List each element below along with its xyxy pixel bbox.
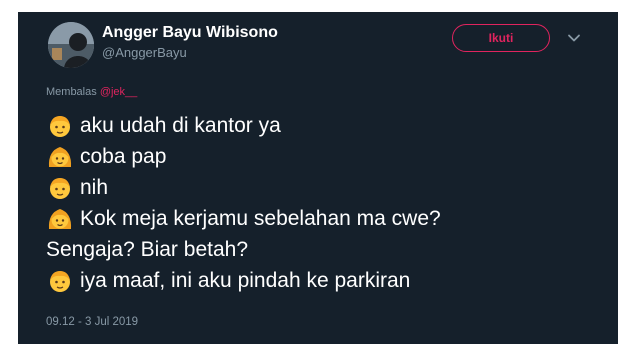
avatar-image — [48, 22, 94, 68]
author-handle[interactable]: @AnggerBayu — [102, 45, 187, 60]
tweet-line: coba pap — [46, 141, 606, 172]
reply-mention-link[interactable]: @jek__ — [100, 86, 137, 98]
tweet-text: aku udah di kantor ya coba pap nih Kok m… — [46, 110, 606, 296]
tweet-line: nih — [46, 172, 606, 203]
tweet-line: iya maaf, ini aku pindah ke parkiran — [46, 265, 606, 296]
chevron-down-icon[interactable] — [566, 30, 582, 46]
girl-icon — [48, 208, 72, 229]
line-text: coba pap — [80, 145, 167, 168]
boy-icon — [50, 270, 70, 292]
girl-icon — [48, 146, 72, 167]
author-name[interactable]: Angger Bayu Wibisono — [102, 24, 278, 42]
reply-prefix: Membalas — [46, 86, 97, 98]
line-text: nih — [80, 176, 109, 199]
reply-context: Membalas @jek__ — [46, 86, 137, 98]
avatar[interactable] — [48, 22, 94, 68]
line-text: Kok meja kerjamu sebelahan ma cwe? — [80, 207, 441, 230]
tweet-line: Sengaja? Biar betah? — [46, 234, 606, 265]
boy-icon — [50, 115, 70, 137]
tweet-timestamp[interactable]: 09.12 - 3 Jul 2019 — [46, 316, 138, 328]
boy-icon — [50, 177, 70, 199]
follow-button[interactable]: Ikuti — [452, 24, 550, 52]
tweet-line: Kok meja kerjamu sebelahan ma cwe? — [46, 203, 606, 234]
line-text: iya maaf, ini aku pindah ke parkiran — [80, 269, 411, 292]
line-text: Sengaja? Biar betah? — [46, 238, 248, 261]
line-text: aku udah di kantor ya — [80, 114, 281, 137]
tweet-card: Angger Bayu Wibisono @AnggerBayu Ikuti M… — [18, 12, 618, 344]
tweet-line: aku udah di kantor ya — [46, 110, 606, 141]
